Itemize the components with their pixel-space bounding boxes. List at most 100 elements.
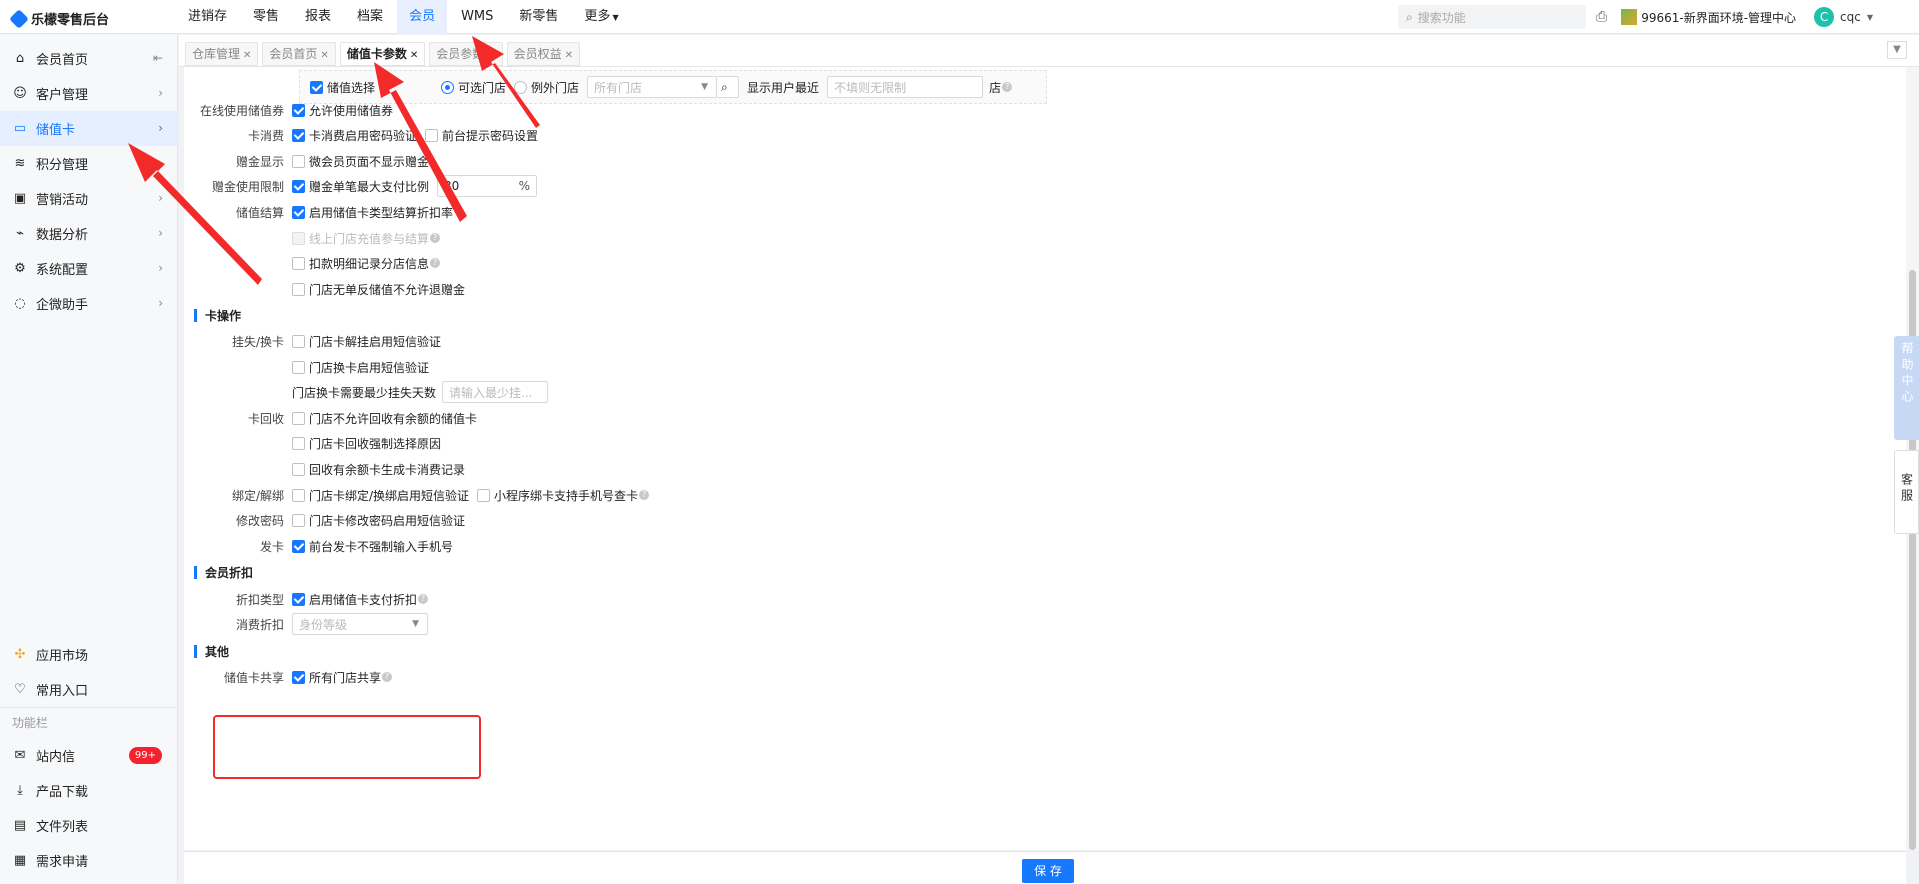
- sidebar-item-marketing[interactable]: ▣ 营销活动 ›: [0, 181, 177, 216]
- tab-member-home[interactable]: 会员首页 ✕: [262, 42, 336, 66]
- consume-discount-select[interactable]: 身份等级 ▼: [292, 613, 428, 635]
- gift-ratio-input[interactable]: 30%: [437, 175, 538, 197]
- close-icon[interactable]: ✕: [320, 50, 328, 61]
- online-coupon-checkbox[interactable]: [292, 103, 305, 117]
- tab-member-rights[interactable]: 会员权益 ✕: [506, 42, 581, 66]
- form-label: 绑定/解绑: [231, 488, 284, 503]
- help-icon[interactable]: ?: [639, 490, 650, 500]
- miniapp-phone-checkbox[interactable]: [477, 488, 491, 502]
- recent-stores-input[interactable]: 不填则无限制: [827, 76, 984, 98]
- close-icon[interactable]: ✕: [487, 50, 495, 61]
- nav-item-more[interactable]: 更多 ▼: [572, 0, 630, 34]
- avatar[interactable]: C: [1814, 7, 1835, 27]
- sidebar-item-analytics[interactable]: ⌁ 数据分析 ›: [0, 216, 177, 251]
- help-center-label: 帮助中心: [1900, 342, 1914, 406]
- recycle-record-checkbox[interactable]: [292, 462, 305, 476]
- option-label: 启用储值卡类型结算折扣率: [309, 205, 454, 220]
- card-discount-checkbox[interactable]: [292, 592, 305, 606]
- save-button[interactable]: 保 存: [1022, 859, 1074, 883]
- tab-warehouse[interactable]: 仓库管理 ✕: [185, 42, 259, 66]
- recycle-reason-checkbox[interactable]: [292, 436, 305, 450]
- gift-limit-checkbox[interactable]: [292, 179, 305, 193]
- app-logo[interactable]: 乐檬零售后台: [9, 8, 109, 29]
- radio-optional-stores[interactable]: [441, 80, 455, 94]
- option-label: 所有门店共享: [309, 670, 382, 685]
- unfreeze-sms-checkbox[interactable]: [292, 334, 305, 348]
- chevron-right-icon: ›: [158, 226, 163, 240]
- sidebar-item-files[interactable]: ▤ 文件列表: [0, 808, 178, 843]
- issue-no-phone-checkbox[interactable]: [292, 539, 305, 553]
- sidebar-item-requests[interactable]: ▦ 需求申请: [0, 843, 178, 878]
- sidebar-item-label: 企微助手: [36, 298, 89, 313]
- collapse-icon[interactable]: ⇤: [153, 51, 163, 65]
- loss-days-input[interactable]: 请输入最少挂...: [442, 381, 549, 403]
- sidebar-item-settings[interactable]: ⚙ 系统配置 ›: [0, 251, 177, 286]
- printer-icon[interactable]: ⎙: [1596, 9, 1607, 25]
- nav-item-huiyuan[interactable]: 会员: [397, 0, 448, 34]
- sidebar-item-downloads[interactable]: ⤓ 产品下载: [0, 773, 178, 808]
- sidebar-item-home[interactable]: ⌂ 会员首页 ⇤: [0, 41, 177, 76]
- sidebar-item-app-market[interactable]: ✣ 应用市场: [0, 637, 178, 672]
- form-row-recycle-record: 回收有余额卡生成卡消费记录: [184, 458, 473, 480]
- sidebar-item-customer[interactable]: ☺ 客户管理 ›: [0, 76, 177, 111]
- nav-item-xinlingshou[interactable]: 新零售: [507, 0, 570, 34]
- radio-excluded-stores[interactable]: [514, 80, 528, 94]
- settle-discount-checkbox[interactable]: [292, 205, 305, 219]
- close-icon[interactable]: ✕: [565, 50, 573, 61]
- store-search-button[interactable]: ⌕: [717, 76, 740, 98]
- tab-card-params[interactable]: 储值卡参数 ✕: [339, 42, 426, 66]
- help-icon[interactable]: ?: [430, 233, 441, 243]
- tab-label: 会员参数: [436, 47, 485, 61]
- sidebar-item-wecom[interactable]: ◌ 企微助手 ›: [0, 286, 177, 321]
- help-icon[interactable]: ?: [382, 672, 393, 682]
- hide-gift-checkbox[interactable]: [292, 154, 305, 168]
- search-input[interactable]: 搜索功能: [1418, 9, 1466, 26]
- gear-icon: ⚙: [14, 261, 26, 276]
- chevron-right-icon: ›: [158, 191, 163, 205]
- store-avatar: [1621, 9, 1638, 25]
- tab-dropdown[interactable]: ▼: [1887, 41, 1907, 59]
- help-icon[interactable]: ?: [1002, 82, 1013, 92]
- customer-service-button[interactable]: 客服: [1894, 450, 1919, 534]
- chat-icon: ◌: [14, 296, 26, 311]
- close-icon[interactable]: ✕: [410, 50, 418, 61]
- swap-sms-checkbox[interactable]: [292, 360, 305, 374]
- option-label: 门店卡解挂启用短信验证: [309, 334, 442, 349]
- no-refund-gift-checkbox[interactable]: [292, 282, 305, 296]
- nav-item-baobiao[interactable]: 报表: [293, 0, 343, 34]
- user-name[interactable]: cqc: [1840, 10, 1861, 24]
- nav-item-dangan[interactable]: 档案: [345, 0, 395, 34]
- close-icon[interactable]: ✕: [243, 50, 251, 61]
- nav-item-jinxiaocun[interactable]: 进销存: [176, 0, 239, 34]
- nav-item-lingshou[interactable]: 零售: [241, 0, 291, 34]
- sidebar-item-label: 应用市场: [36, 649, 89, 664]
- sidebar-item-stored-value-card[interactable]: ▭ 储值卡 ›: [0, 111, 177, 146]
- help-center-button[interactable]: 帮助中心: [1894, 336, 1919, 440]
- sidebar-item-label: 会员首页: [36, 53, 89, 68]
- tab-member-params[interactable]: 会员参数 ✕: [429, 42, 503, 66]
- sidebar-item-label: 系统配置: [36, 263, 89, 278]
- bind-sms-checkbox[interactable]: [292, 488, 305, 502]
- search-box[interactable]: ⌕ 搜索功能: [1398, 5, 1586, 29]
- consume-password-checkbox[interactable]: [292, 128, 305, 142]
- branch-detail-checkbox[interactable]: [292, 256, 305, 270]
- help-icon[interactable]: ?: [430, 258, 441, 268]
- app-market-icon: ✣: [14, 647, 26, 662]
- share-all-checkbox[interactable]: [292, 670, 305, 684]
- store-select[interactable]: 所有门店 ▼: [587, 76, 718, 98]
- no-recycle-balance-checkbox[interactable]: [292, 411, 305, 425]
- nav-item-wms[interactable]: WMS: [449, 0, 505, 34]
- option-label: 线上门店充值参与结算: [309, 231, 430, 246]
- sidebar-item-messages[interactable]: ✉ 站内信 99+: [0, 738, 178, 773]
- sidebar-item-favorites[interactable]: ♡ 常用入口: [0, 672, 178, 707]
- help-icon[interactable]: ?: [418, 594, 429, 604]
- password-sms-checkbox[interactable]: [292, 513, 305, 527]
- percent-unit: %: [518, 179, 531, 193]
- chevron-down-icon[interactable]: ▼: [1867, 13, 1873, 22]
- password-prompt-checkbox[interactable]: [425, 128, 439, 142]
- home-icon: ⌂: [15, 51, 25, 66]
- store-name[interactable]: 99661-新界面环境-管理中心: [1641, 9, 1796, 26]
- search-icon: ⌕: [721, 79, 728, 94]
- store-select-checkbox[interactable]: [310, 80, 323, 94]
- sidebar-item-points[interactable]: ≋ 积分管理 ›: [0, 146, 177, 181]
